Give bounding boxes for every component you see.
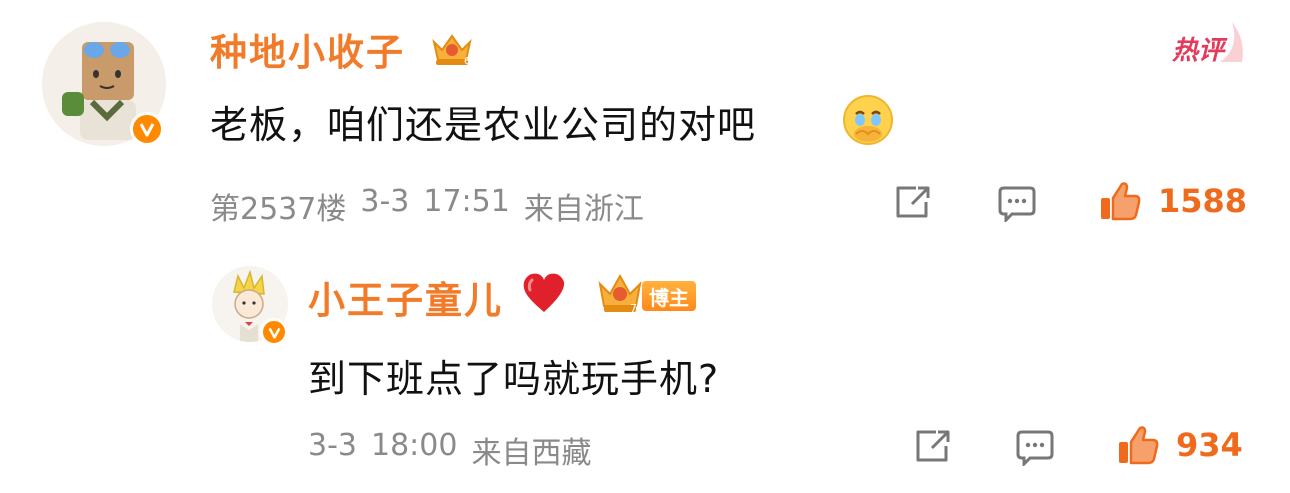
thumbs-up-icon	[1119, 426, 1159, 465]
comment-icon	[1016, 430, 1054, 468]
comment-location: 来自浙江	[523, 192, 644, 227]
comment-icon	[998, 186, 1036, 224]
comment-date: 3-3	[360, 184, 410, 219]
reply-username[interactable]: 小王子童儿	[308, 270, 503, 324]
crying-emoji-icon	[842, 94, 894, 146]
share-icon	[896, 186, 930, 218]
reply-meta: 3-3 18:00 来自西藏	[308, 428, 591, 472]
like-count: 1588	[1158, 182, 1248, 220]
reply-share-button[interactable]	[914, 428, 954, 464]
blogger-badge: 博主	[642, 281, 696, 311]
reply-like-count: 934	[1176, 426, 1243, 464]
comment-reply-button[interactable]	[996, 184, 1038, 224]
comment-text[interactable]: 老板，咱们还是农业公司的对吧	[210, 94, 756, 149]
comment-meta: 第2537楼 3-3 17:51 来自浙江	[210, 184, 644, 228]
share-icon	[916, 430, 950, 462]
share-button[interactable]	[894, 184, 934, 220]
floor-number: 第2537楼	[210, 192, 347, 227]
hot-comment-badge: 热评	[1170, 18, 1250, 66]
reply-time: 18:00	[371, 428, 458, 463]
like-button[interactable]: 1588	[1098, 180, 1247, 222]
thumbs-up-icon	[1101, 182, 1141, 221]
heart-icon	[520, 270, 568, 316]
crown-level-icon: 7	[596, 270, 644, 316]
reply-date: 3-3	[308, 428, 357, 463]
hot-comment-label: 热评	[1172, 36, 1225, 66]
reply-like-button[interactable]: 934	[1116, 424, 1243, 466]
comment-time: 17:51	[423, 184, 510, 219]
reply-verified-badge-icon	[260, 318, 288, 346]
vip-crown-icon: 6	[430, 28, 474, 68]
comment-username[interactable]: 种地小收子	[210, 22, 405, 76]
reply-comment-button[interactable]	[1014, 428, 1056, 468]
reply-text[interactable]: 到下班点了吗就玩手机?	[308, 348, 719, 403]
svg-text:6: 6	[464, 56, 470, 67]
reply-location: 来自西藏	[471, 436, 592, 471]
svg-text:7: 7	[630, 302, 637, 315]
verified-badge-icon	[130, 112, 164, 146]
